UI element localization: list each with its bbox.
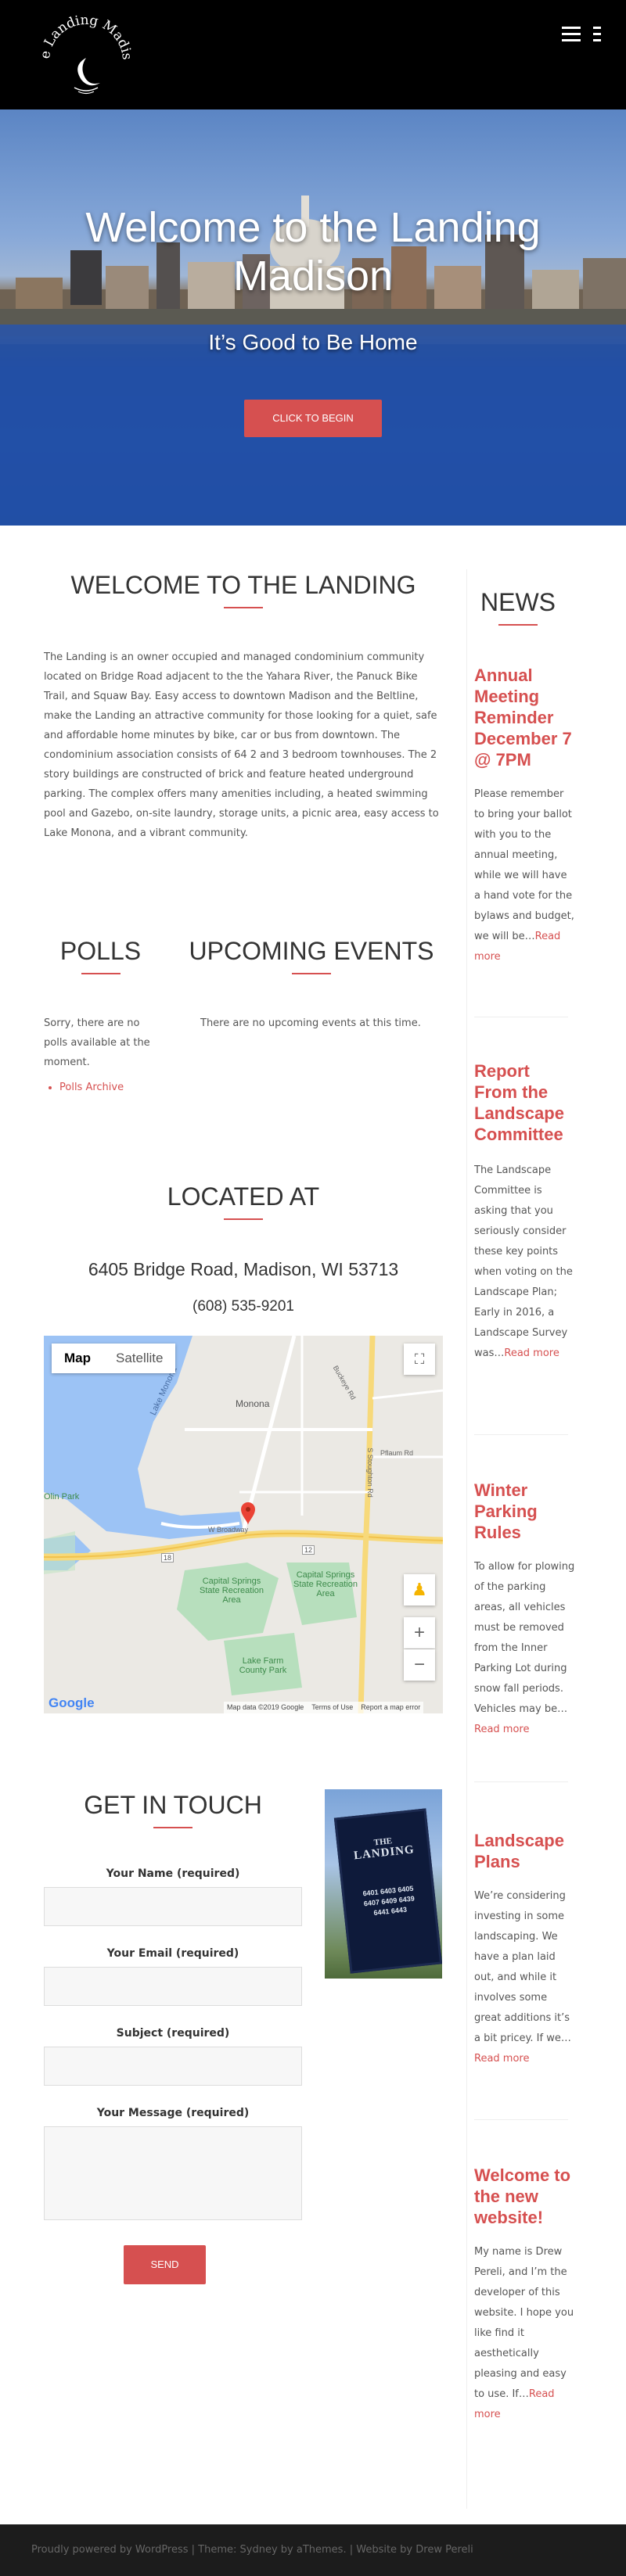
- hero-background-image: [0, 196, 626, 526]
- message-field[interactable]: [44, 2126, 302, 2220]
- sign-numbers: 6401 6403 6405 6407 6409 6439 6441 6443: [362, 1884, 416, 1918]
- news-post-title[interactable]: Landscape Plans: [474, 1830, 576, 1872]
- map-label-monona: Monona: [236, 1398, 270, 1409]
- read-more-link[interactable]: Read more: [474, 2053, 529, 2065]
- svg-text:The Landing Madison: The Landing Madison: [35, 14, 135, 60]
- map-label-route-12: 12: [302, 1545, 315, 1555]
- logo-text: The Landing Madison: [31, 2, 135, 60]
- hero-subtitle: It’s Good to Be Home: [208, 330, 418, 354]
- sign-board: THE LANDING 6401 6403 6405 6407 6409 643…: [333, 1808, 442, 1974]
- news-divider: [474, 1781, 568, 1782]
- polls-accent-line: [81, 973, 121, 974]
- polls-heading: POLLS: [59, 937, 142, 965]
- map-label-broadway: W Broadway: [208, 1526, 249, 1534]
- news-divider: [474, 1434, 568, 1435]
- name-field[interactable]: [44, 1887, 302, 1926]
- subject-label: Subject (required): [116, 2027, 230, 2040]
- news-post-title[interactable]: Annual Meeting Reminder December 7 @ 7PM: [474, 665, 576, 770]
- subject-field[interactable]: [44, 2047, 302, 2086]
- zoom-out-button[interactable]: −: [404, 1649, 435, 1681]
- map-label-lake-farm: Lake Farm County Park: [239, 1656, 287, 1675]
- zoom-in-button[interactable]: +: [404, 1617, 435, 1649]
- welcome-heading: WELCOME TO THE LANDING: [70, 571, 416, 599]
- read-more-link[interactable]: Read more: [504, 1347, 559, 1359]
- news-post-excerpt: Please remember to bring your ballot wit…: [474, 788, 574, 942]
- news-post-title[interactable]: Welcome to the new website!: [474, 2165, 576, 2228]
- site-footer: Proudly powered by WordPress | Theme: Sy…: [0, 2524, 626, 2576]
- phone-text: (608) 535-9201: [192, 1298, 294, 1315]
- send-button[interactable]: SEND: [124, 2245, 206, 2284]
- site-logo[interactable]: The Landing Madison: [31, 2, 137, 102]
- google-logo: Google: [49, 1695, 95, 1710]
- location-accent-line: [224, 1218, 263, 1220]
- email-field[interactable]: [44, 1967, 302, 2006]
- hero-banner: Welcome to the Landing Madison It’s Good…: [0, 109, 626, 526]
- welcome-text: The Landing is an owner occupied and man…: [44, 651, 439, 839]
- map-label-olin-park: Olin Park: [44, 1492, 80, 1501]
- message-label: Your Message (required): [96, 2107, 250, 2119]
- polls-archive-link[interactable]: Polls Archive: [59, 1082, 124, 1093]
- news-post-excerpt: The Landscape Committee is asking that y…: [474, 1164, 573, 1359]
- read-more-link[interactable]: Read more: [474, 1724, 529, 1735]
- fullscreen-icon[interactable]: ⛶: [404, 1344, 435, 1375]
- located-at-heading: LOCATED AT: [167, 1182, 320, 1211]
- contact-accent-line: [153, 1827, 192, 1828]
- news-post-title[interactable]: Winter Parking Rules: [474, 1480, 576, 1543]
- google-map[interactable]: Monona Lake Monona Olin Park Capital Spr…: [44, 1336, 443, 1713]
- map-tab-satellite[interactable]: Satellite: [103, 1344, 175, 1373]
- news-post-title[interactable]: Report From the Landscape Committee: [474, 1060, 576, 1145]
- address-text: 6405 Bridge Road, Madison, WI 53713: [88, 1259, 399, 1279]
- street-view-pegman-icon[interactable]: ♟: [404, 1574, 435, 1606]
- news-post-excerpt: To allow for plowing of the parking area…: [474, 1561, 575, 1715]
- site-header: The Landing Madison: [0, 0, 626, 109]
- hero-title: Welcome to the Landing Madison: [85, 204, 541, 300]
- map-label-route-18: 18: [161, 1553, 174, 1562]
- news-post: Report From the Landscape Committee The …: [474, 1060, 576, 1364]
- email-label: Your Email (required): [106, 1947, 239, 1960]
- landing-sign-photo: THE LANDING 6401 6403 6405 6407 6409 643…: [325, 1789, 442, 1979]
- news-divider: [474, 2119, 568, 2120]
- get-in-touch-heading: GET IN TOUCH: [84, 1791, 262, 1819]
- map-tab-map[interactable]: Map: [52, 1344, 103, 1373]
- polls-empty-text: Sorry, there are no polls available at t…: [44, 1017, 150, 1068]
- news-post-excerpt: We’re considering investing in some land…: [474, 1890, 571, 2044]
- map-label-pflaum-rd: Pflaum Rd: [380, 1449, 414, 1457]
- name-label: Your Name (required): [106, 1867, 240, 1880]
- events-empty-text: There are no upcoming events at this tim…: [200, 1017, 421, 1029]
- menu-toggle-button[interactable]: [559, 23, 606, 47]
- welcome-accent-line: [224, 607, 263, 608]
- map-attribution-bar: Map data ©2019 Google Terms of Use Repor…: [224, 1702, 424, 1713]
- map-type-tabs: Map Satellite: [52, 1344, 176, 1373]
- polls-list: Polls Archive: [59, 1078, 177, 1097]
- click-to-begin-button[interactable]: CLICK TO BEGIN: [244, 400, 382, 437]
- news-post-excerpt: My name is Drew Pereli, and I’m the deve…: [474, 2246, 574, 2400]
- map-terms-link[interactable]: Terms of Use: [311, 1702, 353, 1713]
- map-label-capital-springs-1: Capital Springs State Recreation Area: [200, 1577, 264, 1605]
- map-label-capital-springs-2: Capital Springs State Recreation Area: [293, 1570, 358, 1598]
- hamburger-icon: [562, 27, 601, 41]
- map-attribution: Map data ©2019 Google: [227, 1703, 304, 1711]
- news-accent-line: [498, 624, 538, 626]
- footer-credits[interactable]: Proudly powered by WordPress | Theme: Sy…: [31, 2544, 473, 2556]
- news-post: Winter Parking Rules To allow for plowin…: [474, 1480, 576, 1740]
- map-label-stoughton-rd: S Stoughton Rd: [365, 1448, 374, 1498]
- map-report-link[interactable]: Report a map error: [361, 1702, 420, 1713]
- logo-graphic: The Landing Madison: [31, 2, 135, 95]
- events-accent-line: [292, 973, 331, 974]
- news-heading: NEWS: [480, 588, 556, 616]
- upcoming-events-heading: UPCOMING EVENTS: [189, 937, 434, 965]
- news-post: Landscape Plans We’re considering invest…: [474, 1830, 576, 2069]
- news-post: Welcome to the new website! My name is D…: [474, 2165, 576, 2425]
- news-post: Annual Meeting Reminder December 7 @ 7PM…: [474, 665, 576, 967]
